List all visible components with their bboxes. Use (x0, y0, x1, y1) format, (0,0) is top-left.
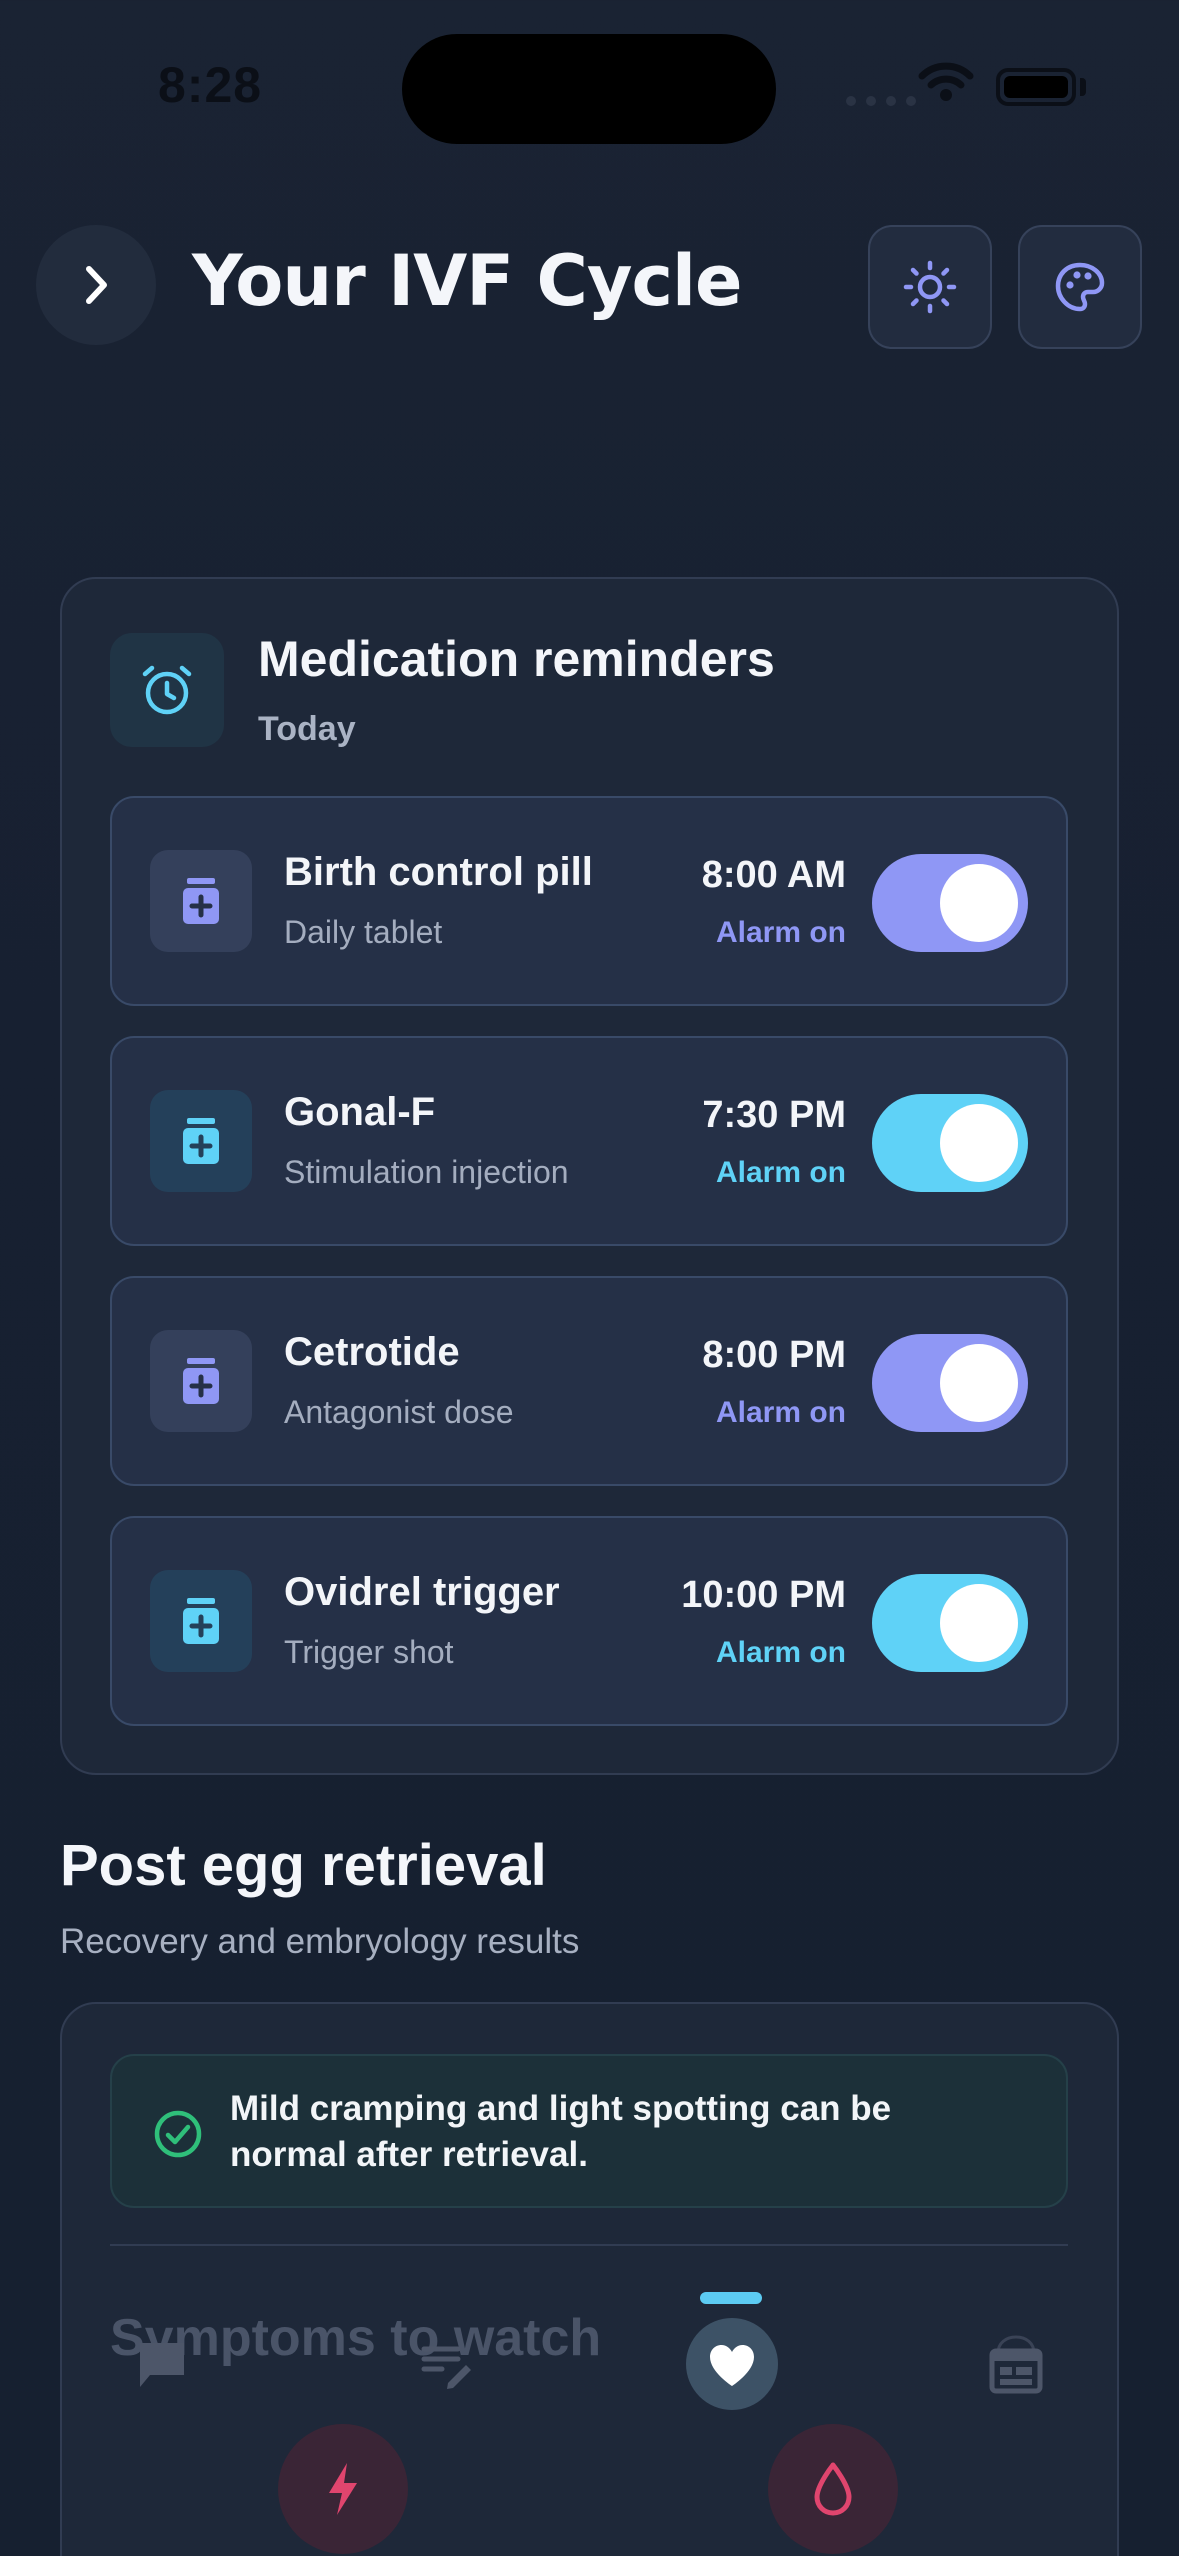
medication-time: 8:00 AM (701, 854, 846, 896)
calendar-icon (989, 2335, 1043, 2394)
medication-description: Stimulation injection (284, 1154, 569, 1190)
theme-toggle-button[interactable] (868, 225, 992, 349)
alarm-toggle[interactable] (872, 1334, 1028, 1432)
medication-row[interactable]: Cetrotide Antagonist dose 8:00 PM Alarm … (110, 1276, 1068, 1486)
medication-row[interactable]: Gonal-F Stimulation injection 7:30 PM Al… (110, 1036, 1068, 1246)
medication-name: Gonal-F (284, 1090, 436, 1134)
recovery-note: Mild cramping and light spotting can be … (110, 2054, 1068, 2208)
divider (110, 2244, 1068, 2246)
pill-bottle-badge (150, 1330, 252, 1432)
medication-name: Birth control pill (284, 850, 593, 894)
pill-bottle-badge (150, 1090, 252, 1192)
palette-icon (1055, 262, 1105, 312)
wifi-icon (918, 62, 974, 107)
check-circle-icon (154, 2110, 202, 2158)
alarm-toggle[interactable] (872, 854, 1028, 952)
alarm-clock-icon (142, 665, 192, 715)
cellular-signal-icon (846, 96, 916, 106)
pill-bottle-icon (183, 878, 219, 924)
medication-time: 7:30 PM (702, 1094, 846, 1136)
alarm-status: Alarm on (715, 1636, 846, 1669)
medication-description: Trigger shot (284, 1634, 454, 1670)
toggle-knob (940, 1584, 1018, 1662)
back-button[interactable] (36, 225, 156, 345)
section-subtitle: Recovery and embryology results (60, 1922, 580, 1961)
chevron-right-icon (86, 266, 107, 304)
symptom-bleeding-button[interactable] (768, 2424, 898, 2554)
page-title: Your IVF Cycle (192, 240, 742, 322)
heart-icon (710, 2345, 754, 2386)
toggle-knob (940, 864, 1018, 942)
alarm-status: Alarm on (715, 1156, 846, 1189)
reminders-subtitle: Today (258, 710, 356, 748)
section-title: Post egg retrieval (60, 1833, 547, 1898)
alarm-toggle[interactable] (872, 1574, 1028, 1672)
dynamic-island (402, 34, 776, 144)
lightning-icon (329, 2463, 357, 2515)
medication-name: Cetrotide (284, 1330, 460, 1374)
medication-description: Daily tablet (284, 914, 443, 950)
symptom-severe-pain-button[interactable] (278, 2424, 408, 2554)
toggle-knob (940, 1344, 1018, 1422)
active-tab-indicator (700, 2292, 762, 2304)
pill-bottle-icon (183, 1598, 219, 1644)
tab-health[interactable] (672, 2320, 792, 2410)
medication-row[interactable]: Ovidrel trigger Trigger shot 10:00 PM Al… (110, 1516, 1068, 1726)
pill-bottle-badge (150, 1570, 252, 1672)
medication-time: 8:00 PM (702, 1334, 846, 1376)
sun-icon (903, 260, 957, 314)
alarm-toggle[interactable] (872, 1094, 1028, 1192)
pill-bottle-badge (150, 850, 252, 952)
battery-icon (996, 68, 1076, 106)
notes-icon (421, 2346, 471, 2389)
tab-chat[interactable] (102, 2320, 222, 2410)
reminders-title: Medication reminders (258, 631, 775, 687)
alarm-status: Alarm on (715, 1396, 846, 1429)
chat-icon (140, 2343, 184, 2387)
drop-icon (814, 2462, 852, 2516)
palette-button[interactable] (1018, 225, 1142, 349)
tab-notes[interactable] (386, 2320, 506, 2410)
alarm-status: Alarm on (715, 916, 846, 949)
status-time: 8:28 (158, 57, 263, 113)
medication-row[interactable]: Birth control pill Daily tablet 8:00 AM … (110, 796, 1068, 1006)
medication-time: 10:00 PM (681, 1574, 846, 1616)
toggle-knob (940, 1104, 1018, 1182)
pill-bottle-icon (183, 1118, 219, 1164)
medication-description: Antagonist dose (284, 1394, 514, 1430)
pill-bottle-icon (183, 1358, 219, 1404)
medication-name: Ovidrel trigger (284, 1570, 560, 1614)
tab-calendar[interactable] (956, 2320, 1076, 2410)
recovery-note-text: Mild cramping and light spotting can be … (230, 2089, 892, 2174)
battery-tip (1080, 78, 1086, 96)
reminders-icon-badge (110, 633, 224, 747)
